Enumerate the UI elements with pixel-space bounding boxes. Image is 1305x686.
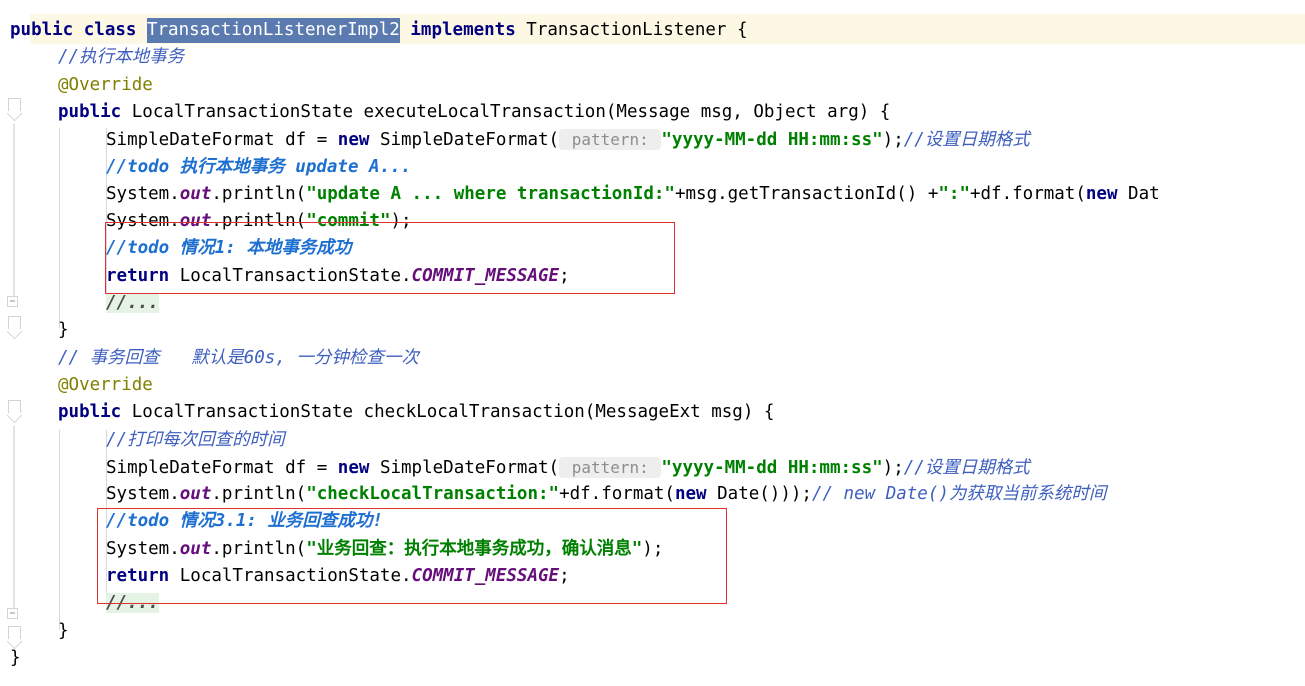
line-println-update-a-token-2: .println( xyxy=(211,183,307,204)
line-dots-2-token-0: //... xyxy=(106,593,159,614)
line-todo-case1-token-0: //todo 情况1: 本地事务成功 xyxy=(106,238,352,259)
line-println-update-a-token-0: System. xyxy=(106,183,180,204)
line-println-check-token-0: System. xyxy=(106,484,180,505)
line-class-decl-token-2 xyxy=(400,20,411,40)
line-return-commit-1-token-1: LocalTransactionState. xyxy=(169,265,412,286)
line-println-update-a-token-6: +df.format( xyxy=(969,183,1086,204)
line-println-update-a-token-4: +msg.getTransactionId() + xyxy=(674,183,939,204)
line-return-commit-2[interactable]: return LocalTransactionState.COMMIT_MESS… xyxy=(106,563,570,590)
line-println-check-token-1: out xyxy=(179,484,212,505)
line-println-update-a-token-8: Dat xyxy=(1117,183,1160,204)
line-exec-signature-token-0: public xyxy=(58,101,122,122)
line-sdf-2-token-4: "yyyy-MM-dd HH:mm:ss" xyxy=(661,457,883,478)
line-override-2[interactable]: @Override xyxy=(58,372,153,399)
line-return-commit-2-token-0: return xyxy=(106,566,170,586)
line-println-commit[interactable]: System.out.println("commit"); xyxy=(106,208,412,235)
line-sdf-2-token-5: ); xyxy=(882,457,904,478)
line-comment-rollback-check-token-0: // 事务回查 默认是60s, 一分钟检查一次 xyxy=(58,347,419,368)
line-sdf-2-token-6: //设置日期格式 xyxy=(903,457,1030,478)
line-close-class[interactable]: } xyxy=(10,645,21,672)
line-dots-1-token-0: //... xyxy=(106,293,159,313)
code-editor[interactable]: public class TransactionListenerImpl2 im… xyxy=(0,0,1305,686)
line-class-decl-token-4: TransactionListener { xyxy=(515,20,748,40)
line-println-update-a-token-5: ":" xyxy=(938,183,970,204)
line-println-rollback-ok-token-3: "业务回查：执行本地事务成功，确认消息" xyxy=(306,538,643,559)
line-close-method-1-token-0: } xyxy=(58,320,69,341)
line-println-commit-token-4: ); xyxy=(390,211,412,232)
line-println-rollback-ok-token-2: .println( xyxy=(211,538,307,559)
line-sdf-2-token-1: new xyxy=(337,457,370,478)
line-sdf-1-token-6: //设置日期格式 xyxy=(903,130,1030,151)
line-todo-case1[interactable]: //todo 情况1: 本地事务成功 xyxy=(106,235,351,262)
line-return-commit-2-token-1: LocalTransactionState. xyxy=(169,566,412,586)
line-close-method-2[interactable]: } xyxy=(58,618,69,645)
line-todo-update-a-token-0: //todo 执行本地事务 update A... xyxy=(106,156,412,177)
line-override-1[interactable]: @Override xyxy=(58,72,153,99)
line-sdf-1-token-4: "yyyy-MM-dd HH:mm:ss" xyxy=(661,130,883,151)
line-println-rollback-ok-token-4: ); xyxy=(642,538,664,559)
line-println-check-token-5: new xyxy=(674,484,707,505)
line-dots-1[interactable]: //... xyxy=(106,290,159,317)
line-println-commit-token-2: .println( xyxy=(211,211,307,232)
line-println-check-token-7: // new Date()为获取当前系统时间 xyxy=(811,484,1107,505)
line-println-check-token-3: "checkLocalTransaction:" xyxy=(306,484,560,505)
line-comment-print-time-token-0: //打印每次回查的时间 xyxy=(106,429,285,450)
line-println-check-token-4: +df.format( xyxy=(559,484,675,505)
line-println-rollback-ok[interactable]: System.out.println("业务回查：执行本地事务成功，确认消息")… xyxy=(106,536,663,563)
line-sdf-1-token-1: new xyxy=(337,130,370,151)
line-close-method-1[interactable]: } xyxy=(58,317,69,344)
line-comment-exec-local-token-0: //执行本地事务 xyxy=(58,47,185,68)
line-println-commit-token-3: "commit" xyxy=(306,211,391,232)
line-exec-signature-token-1: LocalTransactionState executeLocalTransa… xyxy=(121,101,891,122)
line-todo-case31[interactable]: //todo 情况3.1: 业务回查成功! xyxy=(106,508,383,535)
line-check-signature-token-0: public xyxy=(58,402,122,423)
line-exec-signature[interactable]: public LocalTransactionState executeLoca… xyxy=(58,99,890,126)
line-println-update-a-token-3: "update A ... where transactionId:" xyxy=(306,183,675,204)
line-println-commit-token-1: out xyxy=(179,211,212,232)
line-todo-update-a[interactable]: //todo 执行本地事务 update A... xyxy=(106,154,411,181)
line-return-commit-2-token-2: COMMIT_MESSAGE xyxy=(411,566,560,586)
line-close-class-token-0: } xyxy=(10,647,21,668)
line-todo-case31-token-0: //todo 情况3.1: 业务回查成功! xyxy=(106,511,383,532)
line-println-rollback-ok-token-1: out xyxy=(179,538,212,559)
line-sdf-1-token-2: SimpleDateFormat( xyxy=(369,130,560,151)
line-close-method-2-token-0: } xyxy=(58,620,69,641)
line-class-decl-token-0: public class xyxy=(10,20,147,40)
line-return-commit-1-token-2: COMMIT_MESSAGE xyxy=(411,265,560,286)
code-text-layer[interactable]: public class TransactionListenerImpl2 im… xyxy=(0,0,1305,686)
line-return-commit-1[interactable]: return LocalTransactionState.COMMIT_MESS… xyxy=(106,263,570,290)
line-class-decl-token-3: implements xyxy=(410,20,516,40)
line-check-signature[interactable]: public LocalTransactionState checkLocalT… xyxy=(58,399,774,426)
line-sdf-2-token-3: pattern: xyxy=(559,456,662,478)
line-return-commit-1-token-3: ; xyxy=(559,265,570,286)
line-println-check-token-6: Date())); xyxy=(706,484,812,505)
line-sdf-1-token-5: ); xyxy=(882,130,904,151)
line-println-update-a-token-1: out xyxy=(179,183,212,204)
line-println-check[interactable]: System.out.println("checkLocalTransactio… xyxy=(106,481,1106,508)
line-return-commit-2-token-3: ; xyxy=(559,566,570,586)
line-sdf-1-token-0: SimpleDateFormat df = xyxy=(106,130,338,151)
line-sdf-2[interactable]: SimpleDateFormat df = new SimpleDateForm… xyxy=(106,454,1030,481)
line-comment-rollback-check[interactable]: // 事务回查 默认是60s, 一分钟检查一次 xyxy=(58,345,419,372)
line-override-1-token-0: @Override xyxy=(58,74,153,95)
line-println-rollback-ok-token-0: System. xyxy=(106,538,180,559)
line-class-decl-token-1: TransactionListenerImpl2 xyxy=(146,18,400,43)
line-println-commit-token-0: System. xyxy=(106,211,180,232)
line-comment-print-time[interactable]: //打印每次回查的时间 xyxy=(106,427,285,454)
line-println-check-token-2: .println( xyxy=(211,484,307,505)
line-sdf-1[interactable]: SimpleDateFormat df = new SimpleDateForm… xyxy=(106,126,1030,153)
line-sdf-1-token-3: pattern: xyxy=(559,129,662,151)
line-println-update-a[interactable]: System.out.println("update A ... where t… xyxy=(106,181,1160,208)
line-println-update-a-token-7: new xyxy=(1085,183,1118,204)
line-comment-exec-local[interactable]: //执行本地事务 xyxy=(58,44,184,71)
line-sdf-2-token-0: SimpleDateFormat df = xyxy=(106,457,338,478)
line-check-signature-token-1: LocalTransactionState checkLocalTransact… xyxy=(121,402,775,423)
line-dots-2[interactable]: //... xyxy=(106,590,159,617)
line-override-2-token-0: @Override xyxy=(58,374,153,395)
line-return-commit-1-token-0: return xyxy=(106,265,170,286)
line-class-decl[interactable]: public class TransactionListenerImpl2 im… xyxy=(10,17,748,44)
line-sdf-2-token-2: SimpleDateFormat( xyxy=(369,457,560,478)
